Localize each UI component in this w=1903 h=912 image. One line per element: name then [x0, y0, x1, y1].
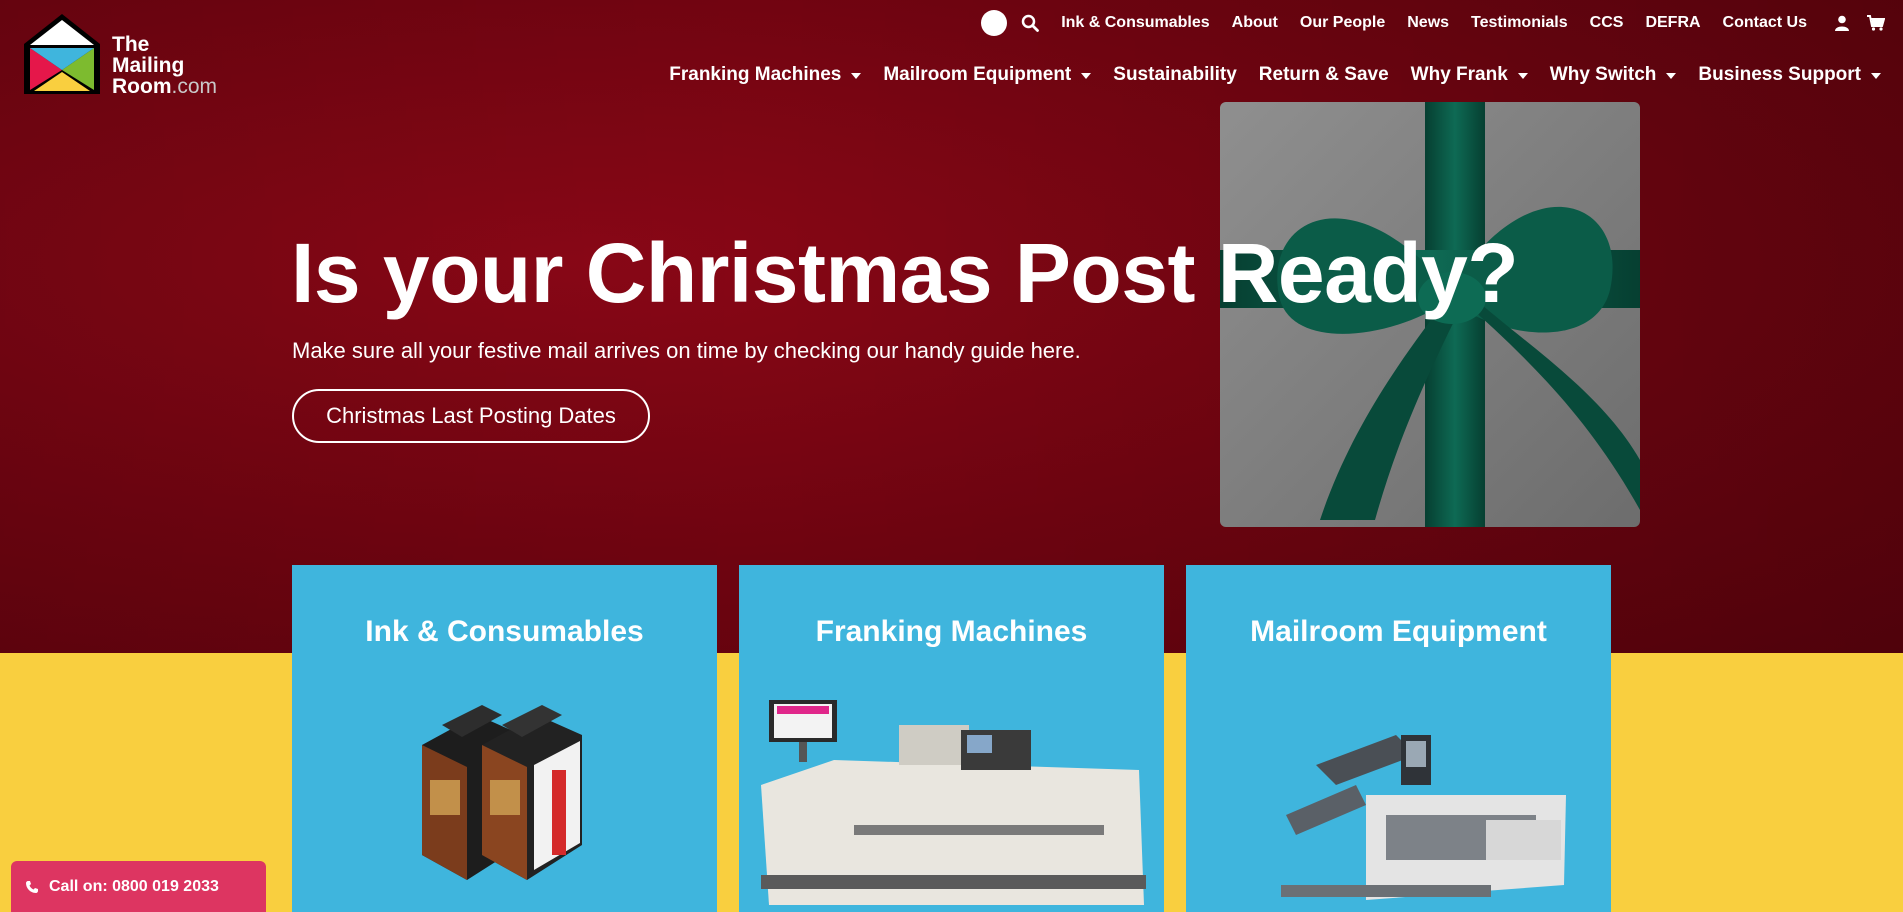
cart-icon[interactable]	[1867, 15, 1885, 31]
nav-label: Sustainability	[1113, 64, 1237, 85]
nav-label: Why Switch	[1549, 64, 1657, 85]
nav-business-support[interactable]: Business Support	[1698, 64, 1881, 86]
ink-cartridges-image	[422, 705, 582, 880]
nav-why-frank[interactable]: Why Frank	[1411, 64, 1528, 86]
chevron-down-icon	[851, 73, 862, 79]
toggle-icon[interactable]	[981, 10, 1008, 36]
nav-why-switch[interactable]: Why Switch	[1550, 64, 1677, 86]
call-label: Call on: 0800 019 2033	[49, 877, 219, 895]
toplink-our-people[interactable]: Our People	[1300, 14, 1385, 32]
chevron-down-icon	[1517, 73, 1528, 79]
search-icon[interactable]	[1021, 14, 1040, 32]
nav-label: Return & Save	[1258, 64, 1389, 85]
logo-wordmark: The Mailing Room.com	[112, 34, 217, 97]
phone-icon	[25, 880, 39, 894]
hero-banner: The Mailing Room.com Ink & Consumables A…	[0, 0, 1903, 653]
nav-sustainability[interactable]: Sustainability	[1113, 64, 1237, 86]
call-button[interactable]: Call on: 0800 019 2033	[11, 861, 266, 912]
nav-mailroom-equipment[interactable]: Mailroom Equipment	[883, 64, 1092, 86]
hero-subtitle: Make sure all your festive mail arrives …	[292, 338, 1081, 363]
card-franking-machines[interactable]: Franking Machines	[739, 565, 1164, 912]
toplink-ink-consumables[interactable]: Ink & Consumables	[1061, 14, 1209, 32]
card-mailroom-equipment[interactable]: Mailroom Equipment	[1186, 565, 1611, 912]
folder-inserter-image	[1281, 735, 1566, 900]
chevron-down-icon	[1666, 73, 1677, 79]
nav-franking-machines[interactable]: Franking Machines	[669, 64, 862, 86]
toplink-contact-us[interactable]: Contact Us	[1723, 14, 1807, 32]
site-logo[interactable]: The Mailing Room.com	[20, 12, 217, 97]
chevron-down-icon	[1081, 73, 1092, 79]
toplink-testimonials[interactable]: Testimonials	[1471, 14, 1568, 32]
logo-suffix: .com	[171, 75, 218, 98]
nav-label: Franking Machines	[669, 64, 842, 85]
nav-label: Mailroom Equipment	[883, 64, 1072, 85]
toplink-defra[interactable]: DEFRA	[1645, 14, 1700, 32]
card-title: Ink & Consumables	[365, 615, 644, 648]
main-nav: Franking Machines Mailroom Equipment Sus…	[669, 64, 1881, 86]
utility-bar: Ink & Consumables About Our People News …	[981, 10, 1885, 36]
logo-line-3: Room	[112, 75, 172, 98]
nav-return-save[interactable]: Return & Save	[1259, 64, 1389, 86]
toplink-news[interactable]: News	[1407, 14, 1449, 32]
franking-machine-image	[761, 700, 1146, 905]
toplink-ccs[interactable]: CCS	[1590, 14, 1624, 32]
logo-line-1: The	[112, 33, 150, 56]
user-icon[interactable]	[1835, 15, 1849, 31]
logo-line-2: Mailing	[112, 54, 185, 77]
hero-title: Is your Christmas Post Ready?	[291, 226, 1519, 320]
nav-label: Why Frank	[1410, 64, 1508, 85]
nav-label: Business Support	[1698, 64, 1861, 85]
toplink-about[interactable]: About	[1232, 14, 1278, 32]
christmas-posting-dates-button[interactable]: Christmas Last Posting Dates	[292, 389, 650, 443]
chevron-down-icon	[1871, 73, 1881, 79]
envelope-logo-icon	[24, 14, 100, 94]
card-title: Franking Machines	[815, 615, 1088, 648]
card-ink-consumables[interactable]: Ink & Consumables	[292, 565, 717, 912]
card-title: Mailroom Equipment	[1250, 615, 1547, 648]
